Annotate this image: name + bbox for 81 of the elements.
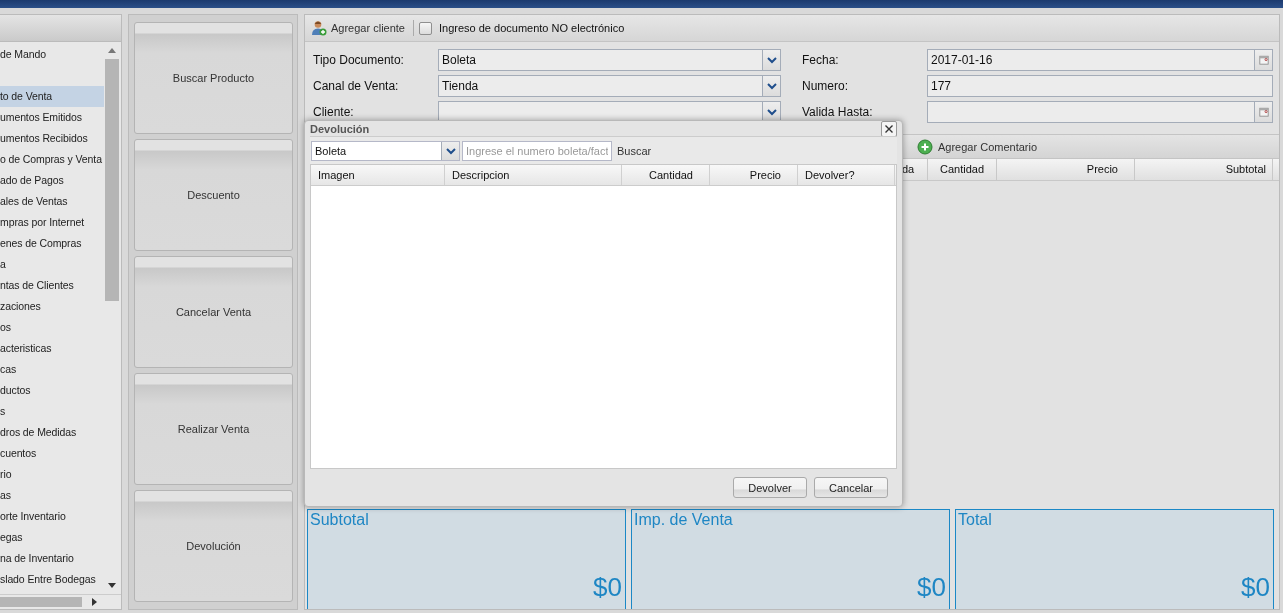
field-label: Fecha:: [802, 53, 840, 67]
checkbox-label: Ingreso de documento NO electrónico: [439, 22, 625, 34]
action-button[interactable]: Devolución: [134, 490, 293, 602]
dialog-button[interactable]: Cancelar: [814, 477, 888, 498]
sidebar-item[interactable]: cuentos: [0, 443, 104, 464]
sidebar-item[interactable]: de Mando: [0, 44, 104, 65]
search-button[interactable]: Buscar: [614, 144, 655, 157]
column-header[interactable]: Devolver?: [798, 165, 895, 185]
sidebar-item[interactable]: cas: [0, 359, 104, 380]
column-header[interactable]: Descripcion: [445, 165, 622, 185]
total-value: $0: [917, 572, 946, 603]
column-header[interactable]: Precio: [996, 159, 1134, 180]
sidebar-item[interactable]: to de Venta: [0, 86, 104, 107]
add-user-icon: [311, 20, 327, 36]
sidebar-item[interactable]: acteristicas: [0, 338, 104, 359]
column-header[interactable]: Subtotal: [1134, 159, 1273, 180]
dialog-button[interactable]: Devolver: [733, 477, 807, 498]
input-field[interactable]: 177: [927, 75, 1273, 97]
scroll-right-icon[interactable]: [92, 598, 97, 606]
field-label: Valida Hasta:: [802, 105, 874, 119]
sidebar-item[interactable]: ado de Pagos: [0, 170, 104, 191]
field-label: Cliente:: [313, 105, 355, 119]
date-field[interactable]: 2017-01-16: [927, 49, 1273, 71]
dropdown-field[interactable]: [438, 101, 781, 123]
sidebar-item[interactable]: na de Inventario: [0, 548, 104, 569]
field-label: Canal de Venta:: [313, 79, 400, 93]
action-button[interactable]: Descuento: [134, 139, 293, 251]
caret-icon: [445, 145, 456, 156]
column-header[interactable]: Cantidad: [622, 165, 710, 185]
date-field[interactable]: [927, 101, 1273, 123]
add-comment-button[interactable]: Agregar Comentario: [938, 140, 1038, 153]
column-header[interactable]: Imagen: [311, 165, 445, 185]
field-label: Numero:: [802, 79, 849, 93]
sidebar-item[interactable]: o de Compras y Venta: [0, 149, 104, 170]
sidebar-item[interactable]: orte Inventario: [0, 506, 104, 527]
sidebar-item[interactable]: dros de Medidas: [0, 422, 104, 443]
action-button[interactable]: Realizar Venta: [134, 373, 293, 485]
column-header[interactable]: Cantidad: [927, 159, 996, 180]
total-value: $0: [1241, 572, 1270, 603]
document-type-dropdown[interactable]: Boleta: [311, 140, 460, 161]
field-label: Tipo Documento:: [313, 53, 405, 67]
action-button[interactable]: Buscar Producto: [134, 22, 293, 134]
sidebar-item[interactable]: slado Entre Bodegas: [0, 569, 104, 590]
total-label: Subtotal: [310, 511, 370, 529]
action-button[interactable]: Cancelar Venta: [134, 256, 293, 368]
add-client-button[interactable]: Agregar cliente: [331, 22, 405, 34]
dropdown-field[interactable]: Boleta: [438, 49, 781, 71]
total-label: Imp. de Venta: [634, 511, 734, 529]
dropdown-field[interactable]: Tienda: [438, 75, 781, 97]
total-value: $0: [593, 572, 622, 603]
sidebar-item[interactable]: mpras por Internet: [0, 212, 104, 233]
calendar-icon: [1258, 55, 1269, 65]
column-header[interactable]: da: [902, 159, 927, 180]
sidebar-item[interactable]: as: [0, 485, 104, 506]
sidebar-item[interactable]: os: [0, 317, 104, 338]
sidebar-item[interactable]: s: [0, 401, 104, 422]
add-icon: [917, 138, 933, 155]
column-header[interactable]: Precio: [710, 165, 798, 185]
sidebar-item[interactable]: ales de Ventas: [0, 191, 104, 212]
sidebar-item[interactable]: rio: [0, 464, 104, 485]
total-label: Total: [958, 511, 993, 529]
scroll-down-icon[interactable]: [108, 583, 116, 588]
sidebar-item[interactable]: egas: [0, 527, 104, 548]
sidebar-item[interactable]: umentos Recibidos: [0, 128, 104, 149]
caret-icon: [766, 107, 777, 117]
close-button[interactable]: [881, 120, 897, 137]
document-number-field[interactable]: Ingrese el numero boleta/fact: [462, 140, 612, 161]
sidebar-item[interactable]: umentos Emitidos: [0, 107, 104, 128]
sidebar-item[interactable]: ntas de Clientes: [0, 275, 104, 296]
sidebar-item[interactable]: enes de Compras: [0, 233, 104, 254]
calendar-icon: [1258, 107, 1269, 117]
sidebar-item[interactable]: ductos: [0, 380, 104, 401]
checkbox[interactable]: [419, 21, 432, 35]
caret-icon: [766, 55, 777, 65]
sidebar-item[interactable]: a: [0, 254, 104, 275]
caret-icon: [766, 81, 777, 91]
scroll-up-icon[interactable]: [108, 48, 116, 53]
sidebar-item[interactable]: zaciones: [0, 296, 104, 317]
close-icon: [884, 123, 894, 134]
horizontal-scrollbar[interactable]: [0, 594, 121, 609]
dialog-title: Devolución: [310, 122, 370, 135]
